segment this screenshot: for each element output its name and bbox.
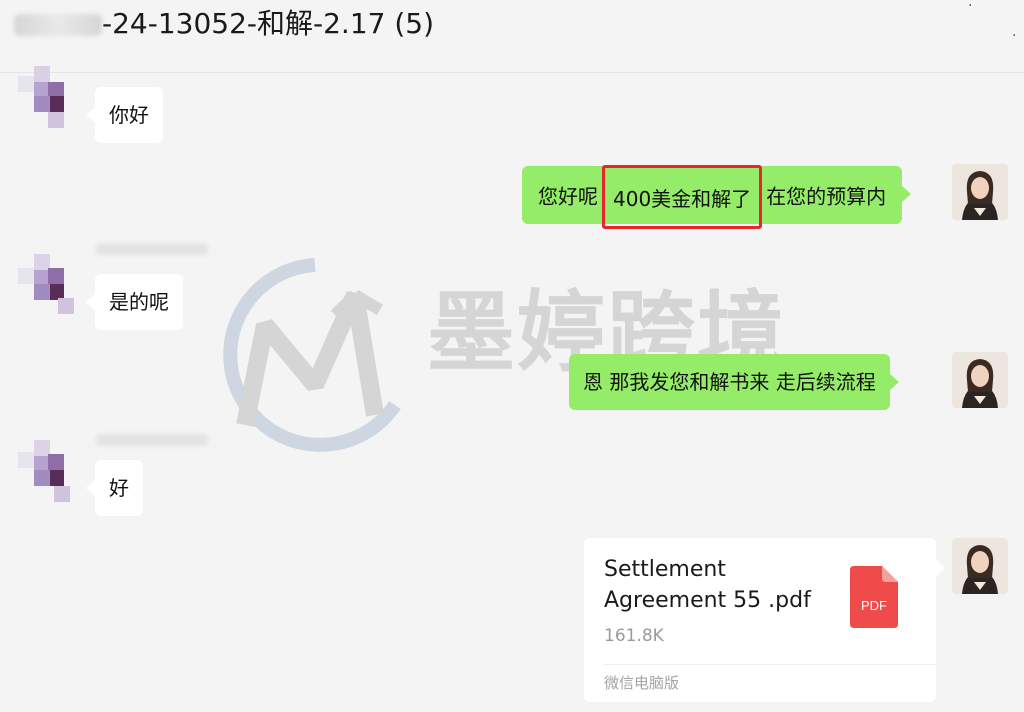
file-name-line: Agreement 55 .pdf xyxy=(604,588,811,613)
message-bubble[interactable]: 好 xyxy=(86,460,143,516)
message-bubble[interactable]: 恩 那我发您和解书来 走后续流程 xyxy=(569,354,899,410)
header-dot-mark: · xyxy=(968,0,973,14)
file-message-card[interactable]: Settlement Agreement 55 .pdf PDF 161.8K … xyxy=(584,538,945,702)
file-size: 161.8K xyxy=(604,626,664,646)
chat-title[interactable]: -24-13052-和解-2.17 (5) xyxy=(102,6,434,42)
message-bubble[interactable]: 你好 xyxy=(86,87,163,143)
pdf-icon-label: PDF xyxy=(861,598,887,613)
my-avatar[interactable] xyxy=(952,352,1008,408)
contact-avatar[interactable] xyxy=(18,254,80,316)
my-avatar[interactable] xyxy=(952,164,1008,220)
watermark-logo-icon xyxy=(223,258,401,452)
blurred-contact-name xyxy=(14,14,102,36)
portrait-avatar-icon xyxy=(952,164,1008,220)
message-text-before: 您好呢 xyxy=(538,184,598,209)
message-bubble-highlighted[interactable]: 您好呢 400美金和解了 在您的预算内 xyxy=(522,165,912,229)
more-options-icon[interactable]: . xyxy=(1012,24,1016,40)
chat-header: -24-13052-和解-2.17 (5) ' · . xyxy=(0,0,1024,73)
my-avatar[interactable] xyxy=(952,538,1008,594)
pdf-file-icon: PDF xyxy=(850,566,898,628)
contact-avatar[interactable] xyxy=(18,66,80,128)
blurred-sender-name xyxy=(96,434,208,446)
blurred-sender-name xyxy=(96,243,208,255)
file-name-line: Settlement xyxy=(604,557,726,582)
file-source-label: 微信电脑版 xyxy=(604,674,680,692)
portrait-avatar-icon xyxy=(952,352,1008,408)
file-name: Settlement Agreement 55 .pdf xyxy=(604,554,834,616)
message-bubble[interactable]: 是的呢 xyxy=(86,274,183,330)
message-text-after: 在您的预算内 xyxy=(766,184,887,209)
portrait-avatar-icon xyxy=(952,538,1008,594)
highlight-box: 400美金和解了 xyxy=(602,165,763,229)
header-tick-mark: ' xyxy=(868,0,872,10)
divider xyxy=(604,664,936,665)
contact-avatar[interactable] xyxy=(18,440,80,502)
